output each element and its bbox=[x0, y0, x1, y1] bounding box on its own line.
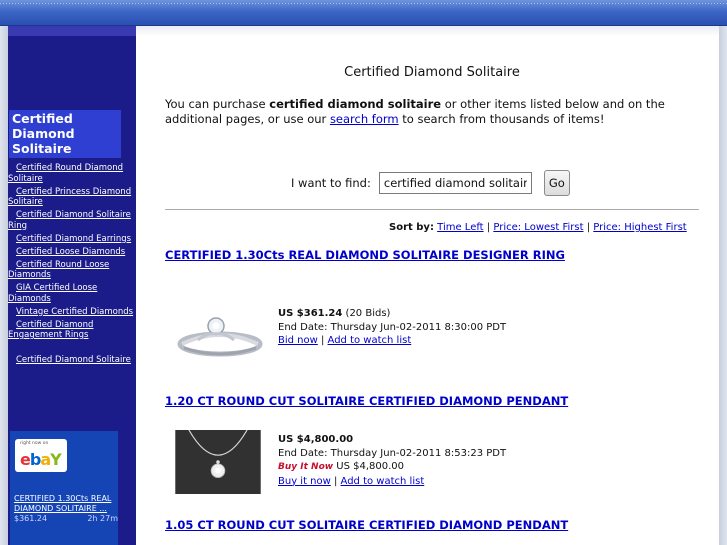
sidebar-link-certified-round-loose-diamonds[interactable]: Certified Round Loose Diamonds bbox=[8, 260, 136, 281]
ebay-featured-item: CERTIFIED 1.30Cts REAL DIAMOND SOLITAIRE… bbox=[14, 494, 118, 524]
listing-title-2[interactable]: 1.20 CT ROUND CUT SOLITAIRE CERTIFIED DI… bbox=[165, 394, 568, 408]
page-title: Certified Diamond Solitaire bbox=[344, 65, 520, 80]
buy-it-now-link[interactable]: Buy it now bbox=[278, 476, 331, 487]
sort-time-left[interactable]: Time Left bbox=[437, 222, 483, 233]
buy-it-now-price: US $4,800.00 bbox=[336, 461, 405, 472]
sidebar-link-certified-diamond-solitaire-ring[interactable]: Certified Diamond Solitaire Ring bbox=[8, 210, 136, 231]
bid-now-link[interactable]: Bid now bbox=[278, 335, 318, 346]
add-to-watch-list-link-1[interactable]: Add to watch list bbox=[328, 335, 412, 346]
search-label: I want to find: bbox=[291, 176, 371, 190]
listing-info-1: US $361.24 (20 Bids) End Date: Thursday … bbox=[278, 308, 507, 346]
listing-price-1: US $361.24 bbox=[278, 308, 343, 319]
go-button[interactable]: Go bbox=[543, 170, 570, 196]
sort-bar: Sort by: Time Left | Price: Lowest First… bbox=[389, 222, 687, 233]
search-form-link[interactable]: search form bbox=[330, 112, 399, 126]
sidebar-header-strip bbox=[8, 26, 136, 36]
ebay-logo[interactable]: right now on ebaY bbox=[15, 439, 67, 472]
search-input[interactable] bbox=[378, 172, 532, 194]
sidebar-link-vintage-certified-diamonds[interactable]: Vintage Certified Diamonds bbox=[8, 307, 136, 318]
listing-end-date-2: End Date: Thursday Jun-02-2011 8:53:23 P… bbox=[278, 447, 507, 459]
main-content: Certified Diamond Solitaire You can purc… bbox=[136, 26, 719, 545]
intro-keyword: certified diamond solitaire bbox=[269, 97, 442, 111]
intro-paragraph: You can purchase certified diamond solit… bbox=[165, 97, 665, 126]
search-form: I want to find: Go bbox=[291, 170, 570, 196]
sidebar-link-certified-loose-diamonds[interactable]: Certified Loose Diamonds bbox=[8, 247, 136, 258]
listing-info-2: US $4,800.00 End Date: Thursday Jun-02-2… bbox=[278, 434, 507, 487]
ebay-widget: right now on ebaY CERTIFIED 1.30Cts REAL… bbox=[10, 431, 118, 545]
sidebar-link-certified-diamond-engagement-rings[interactable]: Certified Diamond Engagement Rings bbox=[8, 320, 136, 341]
listing-bids-1: (20 Bids) bbox=[345, 308, 391, 319]
listing-title-1[interactable]: CERTIFIED 1.30Cts REAL DIAMOND SOLITAIRE… bbox=[165, 248, 565, 262]
right-frame-border bbox=[719, 26, 727, 545]
sidebar: Certified Diamond Solitaire Certified Ro… bbox=[8, 26, 136, 545]
sidebar-link-certified-diamond-earrings[interactable]: Certified Diamond Earrings bbox=[8, 234, 136, 245]
sort-label: Sort by: bbox=[389, 222, 434, 233]
top-banner bbox=[0, 0, 727, 26]
sidebar-title: Certified Diamond Solitaire bbox=[9, 110, 121, 158]
ebay-item-price: $361.24 bbox=[14, 514, 48, 523]
listing-title-3[interactable]: 1.05 CT ROUND CUT SOLITAIRE CERTIFIED DI… bbox=[165, 518, 568, 532]
listing-end-date-1: End Date: Thursday Jun-02-2011 8:30:00 P… bbox=[278, 321, 507, 333]
divider bbox=[165, 209, 699, 210]
ebay-item-time: 2h 27m bbox=[87, 514, 118, 523]
ebay-item-title[interactable]: CERTIFIED 1.30Cts REAL DIAMOND SOLITAIRE… bbox=[14, 494, 118, 513]
ebay-tagline: right now on bbox=[20, 441, 49, 446]
ebay-item-meta: $361.24 2h 27m bbox=[14, 514, 118, 524]
ebay-wordmark: ebaY bbox=[20, 450, 62, 469]
left-frame-border bbox=[0, 26, 8, 545]
pendant-image[interactable] bbox=[174, 430, 262, 494]
sidebar-link-certified-diamond-solitaire[interactable]: Certified Diamond Solitaire bbox=[8, 355, 136, 366]
main-header-strip bbox=[136, 26, 719, 36]
listing-price-2: US $4,800.00 bbox=[278, 434, 354, 445]
sidebar-link-gia-certified-loose-diamonds[interactable]: GIA Certified Loose Diamonds bbox=[8, 283, 136, 304]
buy-it-now-icon: Buy It Now bbox=[278, 462, 334, 472]
sort-price-highest[interactable]: Price: Highest First bbox=[593, 222, 686, 233]
sort-price-lowest[interactable]: Price: Lowest First bbox=[493, 222, 583, 233]
sidebar-links: Certified Round Diamond Solitaire Certif… bbox=[8, 163, 136, 368]
ring-image[interactable] bbox=[176, 296, 264, 360]
sidebar-link-certified-round-diamond-solitaire[interactable]: Certified Round Diamond Solitaire bbox=[8, 163, 136, 184]
add-to-watch-list-link-2[interactable]: Add to watch list bbox=[341, 476, 425, 487]
sidebar-link-certified-princess-diamond-solitaire[interactable]: Certified Princess Diamond Solitaire bbox=[8, 187, 136, 208]
